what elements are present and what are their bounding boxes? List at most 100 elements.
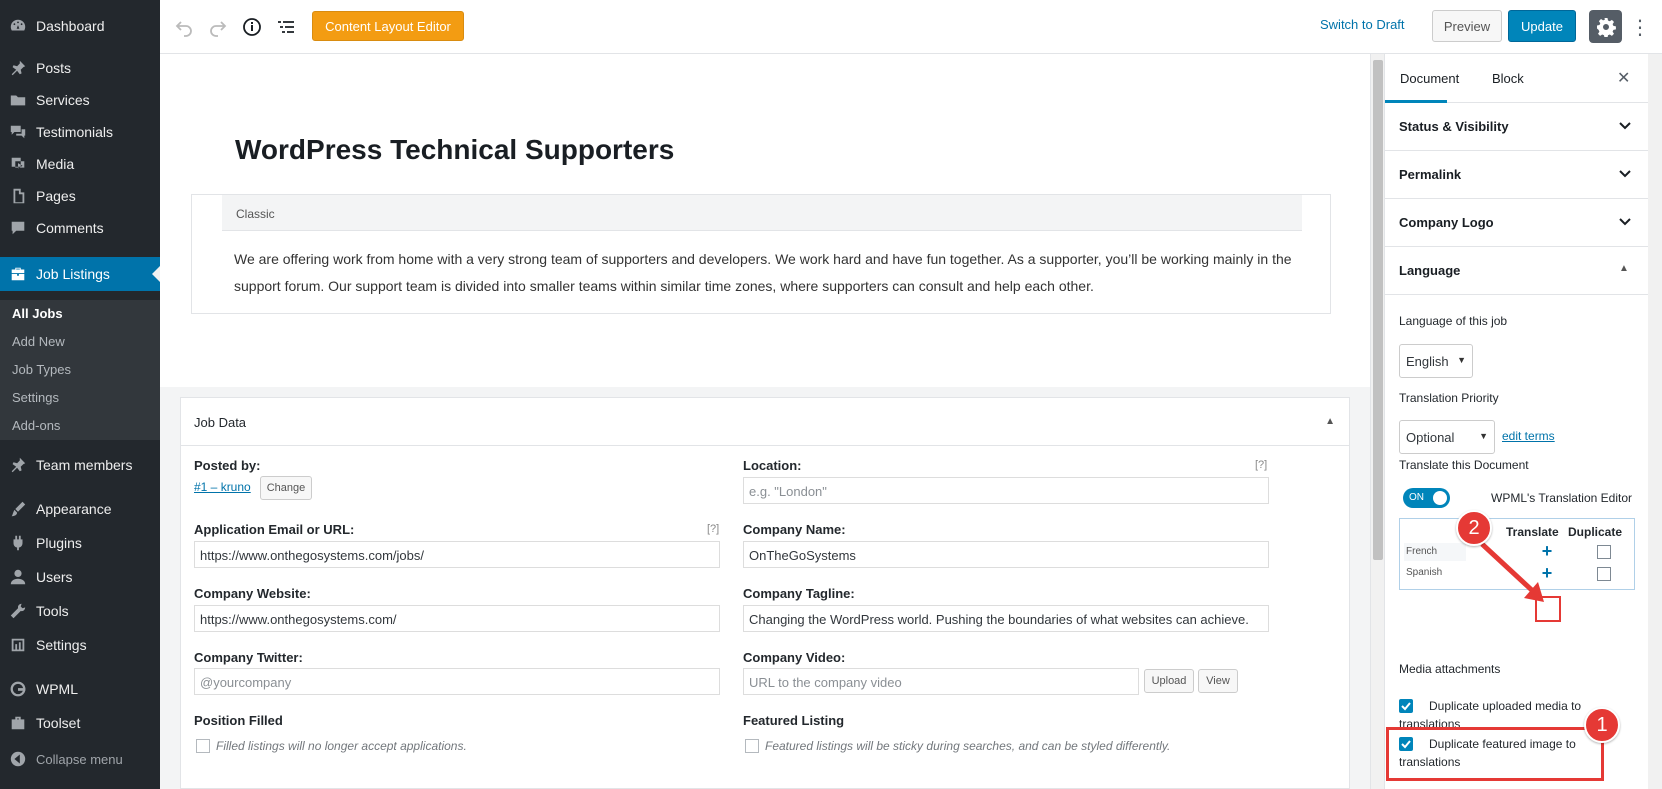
panel-title: Language	[1399, 263, 1461, 278]
menu-item-testimonials[interactable]: Testimonials	[0, 115, 160, 149]
menu-item-dashboard[interactable]: Dashboard	[0, 9, 160, 43]
menu-item-users[interactable]: Users	[0, 560, 160, 594]
panel-company-logo[interactable]: Company Logo	[1385, 199, 1649, 247]
view-video-button[interactable]: View	[1198, 669, 1238, 693]
position-filled-checkbox[interactable]	[196, 739, 210, 753]
admin-menu: Dashboard Posts Services Testimonials Me…	[0, 0, 160, 789]
editor-scrollbar[interactable]	[1370, 54, 1384, 789]
menu-item-tools[interactable]: Tools	[0, 594, 160, 628]
posted-by-link[interactable]: #1 – kruno	[194, 480, 251, 494]
upload-video-button[interactable]: Upload	[1144, 669, 1194, 693]
editor-scrollbar-thumb[interactable]	[1373, 60, 1383, 560]
menu-label: Posts	[36, 60, 72, 76]
translation-priority-label: Translation Priority	[1399, 391, 1499, 405]
menu-label: Services	[36, 92, 90, 108]
app-email-input[interactable]: https://www.onthegosystems.com/jobs/	[194, 541, 720, 568]
menu-item-comments[interactable]: Comments	[0, 211, 160, 245]
menu-label: Plugins	[36, 535, 82, 551]
menu-item-media[interactable]: Media	[0, 147, 160, 181]
menu-label: Toolset	[36, 715, 81, 731]
redo-icon[interactable]	[206, 15, 230, 39]
menu-label: Settings	[36, 637, 87, 653]
tab-document[interactable]: Document	[1400, 71, 1459, 86]
company-name-label: Company Name:	[743, 522, 846, 537]
update-button[interactable]: Update	[1508, 10, 1576, 42]
content-layout-editor-button[interactable]: Content Layout Editor	[312, 11, 464, 41]
edit-terms-link[interactable]: edit terms	[1502, 429, 1555, 443]
change-author-button[interactable]: Change	[260, 476, 312, 500]
menu-item-team-members[interactable]: Team members	[0, 448, 160, 482]
close-icon[interactable]: ✕	[1617, 68, 1630, 88]
company-tagline-input[interactable]: Changing the WordPress world. Pushing th…	[743, 605, 1269, 632]
menu-item-settings[interactable]: Settings	[0, 628, 160, 662]
chevron-down-icon	[1619, 218, 1631, 226]
meta-boxes-area: Job Data ▲ Posted by: #1 – kruno Change …	[160, 387, 1370, 789]
app-email-label: Application Email or URL:	[194, 522, 355, 537]
outline-icon[interactable]	[274, 15, 298, 39]
translation-editor-toggle[interactable]: ON	[1403, 488, 1450, 508]
annotation-badge-2: 2	[1456, 510, 1492, 546]
menu-item-services[interactable]: Services	[0, 83, 160, 117]
briefcase-icon	[8, 264, 28, 284]
submenu-add-new[interactable]: Add New	[12, 334, 65, 349]
classic-body-text[interactable]: We are offering work from home with a ve…	[234, 246, 1294, 300]
comments-icon	[8, 122, 28, 142]
brush-icon	[8, 499, 28, 519]
featured-listing-checkbox[interactable]	[745, 739, 759, 753]
language-select[interactable]: English ▼	[1399, 344, 1473, 378]
company-video-input[interactable]: URL to the company video	[743, 668, 1139, 695]
menu-item-wpml[interactable]: WPML	[0, 672, 160, 706]
toggle-knob	[1433, 491, 1447, 505]
submenu-settings[interactable]: Settings	[12, 390, 59, 405]
language-spanish: Spanish	[1406, 567, 1443, 578]
menu-label: Tools	[36, 603, 69, 619]
switch-to-draft-link[interactable]: Switch to Draft	[1320, 17, 1405, 32]
user-icon	[8, 567, 28, 587]
location-help[interactable]: [?]	[1255, 459, 1267, 471]
duplicate-french-checkbox[interactable]	[1597, 545, 1611, 559]
menu-label: Dashboard	[36, 18, 105, 34]
dashboard-icon	[8, 16, 28, 36]
job-data-metabox: Job Data ▲ Posted by: #1 – kruno Change …	[180, 397, 1350, 789]
preview-button[interactable]: Preview	[1432, 10, 1502, 42]
panel-title: Status & Visibility	[1399, 119, 1509, 134]
menu-item-appearance[interactable]: Appearance	[0, 492, 160, 526]
post-title[interactable]: WordPress Technical Supporters	[235, 134, 674, 166]
panel-permalink[interactable]: Permalink	[1385, 151, 1649, 199]
panel-status-visibility[interactable]: Status & Visibility	[1385, 103, 1649, 151]
menu-item-posts[interactable]: Posts	[0, 51, 160, 85]
priority-select[interactable]: Optional ▼	[1399, 420, 1495, 454]
submenu-job-types[interactable]: Job Types	[12, 362, 71, 377]
company-website-input[interactable]: https://www.onthegosystems.com/	[194, 605, 720, 632]
more-options-icon[interactable]: ⋮	[1630, 15, 1650, 39]
location-input[interactable]: e.g. "London"	[743, 477, 1269, 504]
company-twitter-input[interactable]: @yourcompany	[194, 668, 720, 695]
settings-toggle-button[interactable]	[1589, 10, 1622, 43]
menu-item-collapse[interactable]: Collapse menu	[0, 742, 160, 776]
menu-item-toolset[interactable]: Toolset	[0, 706, 160, 740]
chevron-down-icon	[1619, 122, 1631, 130]
submenu-add-ons[interactable]: Add-ons	[12, 418, 60, 433]
job-data-title: Job Data	[194, 415, 247, 430]
company-name-input[interactable]: OnTheGoSystems	[743, 541, 1269, 568]
job-data-header[interactable]: Job Data ▲	[181, 398, 1349, 446]
panel-language[interactable]: Language ▲	[1385, 247, 1649, 295]
app-email-help[interactable]: [?]	[707, 523, 719, 535]
tab-block[interactable]: Block	[1492, 71, 1524, 86]
menu-item-plugins[interactable]: Plugins	[0, 526, 160, 560]
wrench-icon	[8, 601, 28, 621]
duplicate-spanish-checkbox[interactable]	[1597, 567, 1611, 581]
duplicate-column-header: Duplicate	[1568, 525, 1623, 539]
menu-item-pages[interactable]: Pages	[0, 179, 160, 213]
undo-icon[interactable]	[172, 15, 196, 39]
info-icon[interactable]	[240, 15, 264, 39]
collapse-up-icon[interactable]: ▲	[1325, 416, 1335, 427]
menu-label: Comments	[36, 220, 104, 236]
menu-label: Appearance	[36, 501, 112, 517]
submenu-all-jobs[interactable]: All Jobs	[12, 306, 63, 321]
panel-title: Company Logo	[1399, 215, 1494, 230]
sidebar-scrollbar[interactable]	[1648, 54, 1662, 789]
featured-listing-note: Featured listings will be sticky during …	[765, 739, 1171, 753]
menu-item-job-listings[interactable]: Job Listings	[0, 257, 160, 291]
classic-block-toolbar: Classic	[222, 195, 1302, 231]
